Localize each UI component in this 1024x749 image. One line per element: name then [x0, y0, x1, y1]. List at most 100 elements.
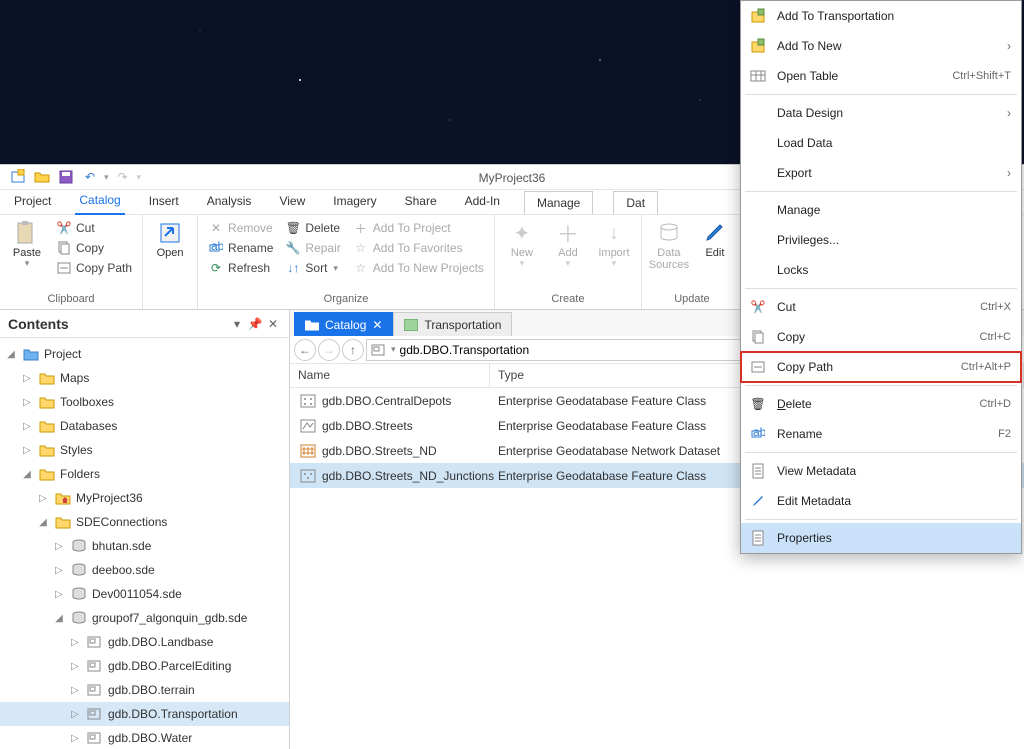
tree-node-sde[interactable]: ▷bhutan.sde — [0, 534, 289, 558]
ctx-cut[interactable]: ✂️CutCtrl+X — [741, 292, 1021, 322]
sparkle-icon: ✦ — [508, 219, 536, 247]
ctx-privileges[interactable]: Privileges... — [741, 225, 1021, 255]
edit-button[interactable]: Edit — [694, 217, 736, 291]
network-dataset-icon — [300, 444, 316, 458]
tab-insert[interactable]: Insert — [145, 190, 183, 214]
tab-view[interactable]: View — [275, 190, 309, 214]
tab-project[interactable]: Project — [10, 190, 55, 214]
tree-node-dataset[interactable]: ▷gdb.DBO.Landbase — [0, 630, 289, 654]
add-to-favorites-button: ☆Add To Favorites — [349, 239, 488, 257]
project-tree: ◢Project ▷Maps ▷Toolboxes ▷Databases ▷St… — [0, 338, 289, 749]
ribbon-group-create: ✦New▾ ＋Add▾ ↓Import▾ Create — [495, 215, 642, 309]
ctx-copy-path[interactable]: Copy PathCtrl+Alt+P — [741, 352, 1021, 382]
database-icon — [655, 219, 683, 247]
add-to-new-projects-button: ☆Add To New Projects — [349, 259, 488, 277]
view-tab-catalog[interactable]: Catalog✕ — [294, 312, 393, 336]
folder-icon — [38, 393, 56, 411]
ctx-export[interactable]: Export› — [741, 158, 1021, 188]
view-tab-transportation[interactable]: Transportation — [393, 312, 512, 336]
repair-button: 🔧Repair — [281, 239, 344, 257]
new-project-icon[interactable] — [8, 167, 28, 187]
pencil-icon — [701, 219, 729, 247]
tree-node-project[interactable]: ◢Project — [0, 342, 289, 366]
ctx-rename[interactable]: abRenameF2 — [741, 419, 1021, 449]
copy-button[interactable]: Copy — [52, 239, 136, 257]
import-icon: ↓ — [600, 219, 628, 247]
forward-button[interactable]: → — [318, 339, 340, 361]
ctx-load-data[interactable]: Load Data — [741, 128, 1021, 158]
copy-path-button[interactable]: Copy Path — [52, 259, 136, 277]
scissors-icon: ✂️ — [749, 298, 767, 316]
pin-icon[interactable]: 📌 — [247, 316, 263, 332]
tree-node-dataset[interactable]: ▷gdb.DBO.terrain — [0, 678, 289, 702]
geodatabase-icon — [70, 537, 88, 555]
save-project-icon[interactable] — [56, 167, 76, 187]
paste-button[interactable]: Paste▾ — [6, 217, 48, 291]
open-project-icon[interactable] — [32, 167, 52, 187]
ctx-delete[interactable]: 🗑DeleteCtrl+D — [741, 389, 1021, 419]
copy-path-icon — [749, 358, 767, 376]
sort-button[interactable]: ↓↑Sort▾ — [281, 259, 344, 277]
tree-node-dataset[interactable]: ▷gdb.DBO.Water — [0, 726, 289, 749]
close-icon[interactable]: ✕ — [372, 318, 382, 332]
tab-data[interactable]: Dat — [613, 191, 658, 214]
tree-node-styles[interactable]: ▷Styles — [0, 438, 289, 462]
copy-icon — [749, 328, 767, 346]
document-icon — [749, 529, 767, 547]
tab-catalog[interactable]: Catalog — [75, 189, 124, 215]
options-icon[interactable]: ▾ — [229, 316, 245, 332]
tree-node-maps[interactable]: ▷Maps — [0, 366, 289, 390]
close-icon[interactable]: ✕ — [265, 316, 281, 332]
remove-button: ✕Remove — [204, 219, 277, 237]
open-arrow-icon — [156, 219, 184, 247]
ctx-properties[interactable]: Properties — [741, 523, 1021, 553]
refresh-button[interactable]: ⟳Refresh — [204, 259, 277, 277]
ctx-edit-metadata[interactable]: Edit Metadata — [741, 486, 1021, 516]
ctx-add-to-transportation[interactable]: Add To Transportation — [741, 1, 1021, 31]
catalog-icon — [305, 319, 319, 331]
delete-button[interactable]: 🗑Delete — [281, 219, 344, 237]
sort-icon: ↓↑ — [285, 260, 301, 276]
redo-button[interactable]: ↷ — [113, 167, 133, 187]
import-button: ↓Import▾ — [593, 217, 635, 291]
tree-node-sde[interactable]: ▷Dev0011054.sde — [0, 582, 289, 606]
back-button[interactable]: ← — [294, 339, 316, 361]
open-button[interactable]: Open — [149, 217, 191, 303]
tree-node-sdeconnections[interactable]: ◢SDEConnections — [0, 510, 289, 534]
home-folder-icon — [54, 489, 72, 507]
ctx-data-design[interactable]: Data Design› — [741, 98, 1021, 128]
tree-node-dataset[interactable]: ▷gdb.DBO.ParcelEditing — [0, 654, 289, 678]
contents-pane: Contents ▾ 📌 ✕ ◢Project ▷Maps ▷Toolboxes… — [0, 310, 290, 749]
svg-text:ab: ab — [753, 427, 765, 439]
table-icon — [749, 67, 767, 85]
ctx-view-metadata[interactable]: View Metadata — [741, 456, 1021, 486]
group-label: Clipboard — [6, 291, 136, 307]
add-to-project-button: ＋Add To Project — [349, 219, 488, 237]
tab-manage[interactable]: Manage — [524, 191, 593, 214]
tree-node-sde[interactable]: ▷deeboo.sde — [0, 558, 289, 582]
repair-icon: 🔧 — [285, 240, 301, 256]
trash-icon: 🗑 — [285, 220, 301, 236]
tree-node-sde[interactable]: ◢groupof7_algonquin_gdb.sde — [0, 606, 289, 630]
tab-share[interactable]: Share — [401, 190, 441, 214]
feature-class-point-icon — [300, 469, 316, 483]
undo-button[interactable]: ↶ — [80, 167, 100, 187]
tab-analysis[interactable]: Analysis — [203, 190, 256, 214]
tree-node-databases[interactable]: ▷Databases — [0, 414, 289, 438]
ctx-open-table[interactable]: Open TableCtrl+Shift+T — [741, 61, 1021, 91]
tab-addin[interactable]: Add-In — [461, 190, 504, 214]
ctx-locks[interactable]: Locks — [741, 255, 1021, 285]
cut-button[interactable]: ✂️Cut — [52, 219, 136, 237]
ctx-manage[interactable]: Manage — [741, 195, 1021, 225]
tree-node-dataset-selected[interactable]: ▷gdb.DBO.Transportation — [0, 702, 289, 726]
tree-node-folders[interactable]: ◢Folders — [0, 462, 289, 486]
folder-icon — [38, 441, 56, 459]
ctx-copy[interactable]: CopyCtrl+C — [741, 322, 1021, 352]
rename-button[interactable]: abRename — [204, 239, 277, 257]
tree-node-myproject[interactable]: ▷MyProject36 — [0, 486, 289, 510]
column-name[interactable]: Name — [290, 364, 490, 387]
up-button[interactable]: ↑ — [342, 339, 364, 361]
tab-imagery[interactable]: Imagery — [329, 190, 380, 214]
ctx-add-to-new[interactable]: Add To New› — [741, 31, 1021, 61]
tree-node-toolboxes[interactable]: ▷Toolboxes — [0, 390, 289, 414]
